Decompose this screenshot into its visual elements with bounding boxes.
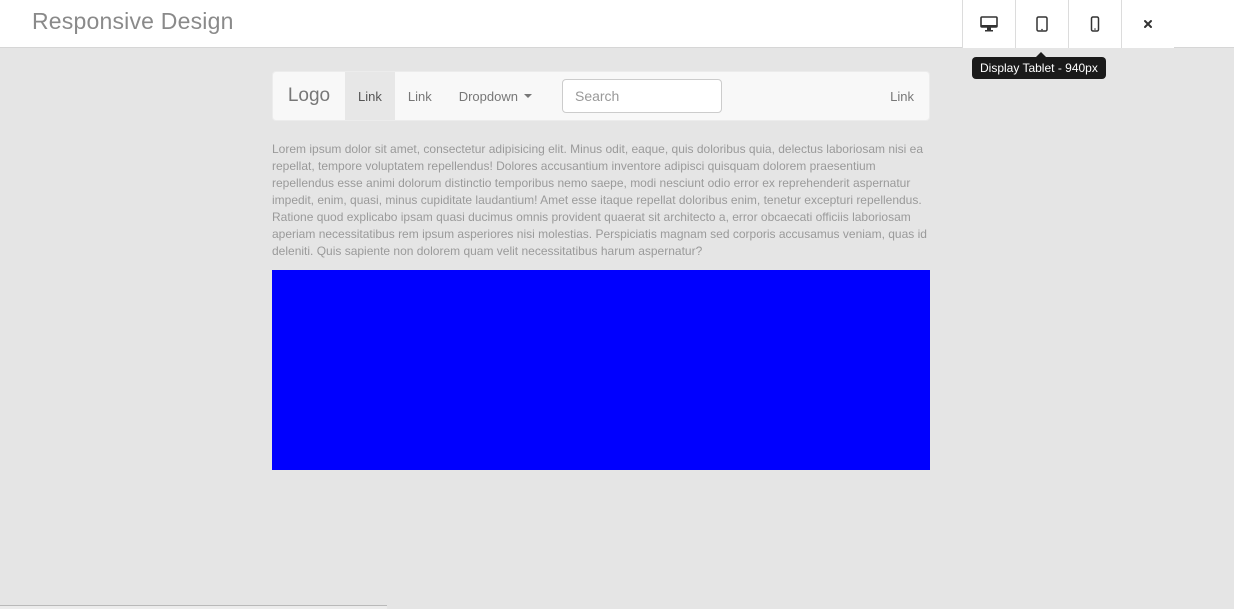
phone-icon [1090, 16, 1100, 32]
tablet-view-button[interactable] [1015, 0, 1068, 48]
device-tooltip: Display Tablet - 940px [972, 57, 1106, 79]
close-preview-button[interactable] [1121, 0, 1174, 48]
desktop-view-button[interactable] [962, 0, 1015, 48]
navbar-link-active[interactable]: Link [345, 72, 395, 120]
app-header: Responsive Design [0, 0, 1234, 48]
blue-content-block [272, 270, 930, 470]
phone-view-button[interactable] [1068, 0, 1121, 48]
app-title: Responsive Design [32, 8, 234, 34]
navbar-logo[interactable]: Logo [273, 72, 345, 120]
desktop-icon [980, 16, 998, 32]
navbar-dropdown-label: Dropdown [458, 88, 518, 104]
preview-frame: Logo Link Link Dropdown Link Lorem ipsum… [272, 71, 930, 470]
body-paragraph: Lorem ipsum dolor sit amet, consectetur … [272, 142, 927, 258]
preview-navbar: Logo Link Link Dropdown Link [272, 71, 930, 121]
navbar-dropdown[interactable]: Dropdown [445, 72, 546, 120]
navbar-right-link[interactable]: Link [877, 72, 927, 120]
navbar-search-input[interactable] [561, 79, 722, 113]
close-icon [1143, 19, 1153, 29]
caret-down-icon [523, 94, 532, 98]
tablet-icon [1036, 16, 1048, 32]
bottom-scrollbar[interactable] [0, 605, 387, 609]
device-toolbar [962, 0, 1174, 48]
navbar-link[interactable]: Link [395, 72, 445, 120]
